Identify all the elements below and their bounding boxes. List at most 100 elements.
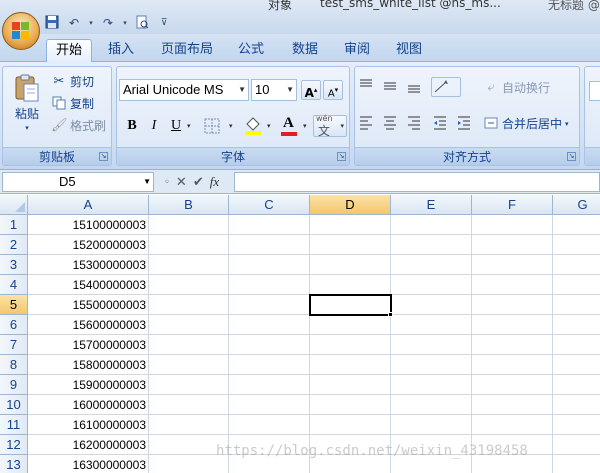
row-header-9[interactable]: 9 [0,375,28,395]
cell-f9[interactable] [472,375,553,395]
cell-b8[interactable] [149,355,229,375]
cell-a5[interactable]: 15500000003 [28,295,149,315]
copy-button[interactable]: 复制 [51,95,94,112]
undo-icon[interactable]: ↶ [66,15,82,31]
phonetic-button[interactable]: wén 文 ▾ [313,114,347,138]
cell-f10[interactable] [472,395,553,415]
cell-a7[interactable]: 15700000003 [28,335,149,355]
cell-b9[interactable] [149,375,229,395]
column-header-b[interactable]: B [149,195,229,215]
cell-c1[interactable] [229,215,310,235]
cell-b3[interactable] [149,255,229,275]
cell-g2[interactable] [553,235,600,255]
column-header-c[interactable]: C [229,195,310,215]
underline-button[interactable]: U [165,115,187,137]
row-header-1[interactable]: 1 [0,215,28,235]
cell-d8[interactable] [310,355,391,375]
cell-e4[interactable] [391,275,472,295]
font-color-button[interactable]: A [279,115,301,137]
font-color-dropdown-icon[interactable]: ▾ [303,122,307,130]
column-header-g[interactable]: G [553,195,600,215]
bold-button[interactable]: B [121,115,143,137]
save-icon[interactable] [44,15,60,31]
align-right-button[interactable] [405,113,427,133]
cell-g12[interactable] [553,435,600,455]
column-header-d[interactable]: D [310,195,391,215]
decrease-indent-button[interactable] [431,113,453,133]
cell-c9[interactable] [229,375,310,395]
cell-b10[interactable] [149,395,229,415]
cell-a9[interactable]: 15900000003 [28,375,149,395]
align-center-button[interactable] [381,113,403,133]
row-header-5[interactable]: 5 [0,295,28,315]
fill-color-button[interactable] [243,115,265,137]
wrap-text-button[interactable]: ⤶ 自动换行 [483,79,550,96]
cell-e6[interactable] [391,315,472,335]
cell-b2[interactable] [149,235,229,255]
cell-d7[interactable] [310,335,391,355]
cell-e3[interactable] [391,255,472,275]
row-header-10[interactable]: 10 [0,395,28,415]
cell-f5[interactable] [472,295,553,315]
tab-home[interactable]: 开始 [46,39,92,62]
row-header-4[interactable]: 4 [0,275,28,295]
cell-g7[interactable] [553,335,600,355]
cell-c11[interactable] [229,415,310,435]
italic-button[interactable]: I [143,115,165,137]
cell-f4[interactable] [472,275,553,295]
cell-e9[interactable] [391,375,472,395]
cell-g5[interactable] [553,295,600,315]
font-name-combo[interactable]: Arial Unicode MS ▼ [119,79,249,101]
cell-f3[interactable] [472,255,553,275]
column-header-f[interactable]: F [472,195,553,215]
grow-font-button[interactable]: A▴ [301,80,321,100]
cell-b1[interactable] [149,215,229,235]
cell-f1[interactable] [472,215,553,235]
row-header-13[interactable]: 13 [0,455,28,473]
cell-g9[interactable] [553,375,600,395]
tab-review[interactable]: 审阅 [334,39,380,62]
clipboard-launcher-icon[interactable]: ↘ [99,152,108,161]
cell-a4[interactable]: 15400000003 [28,275,149,295]
cell-g3[interactable] [553,255,600,275]
cell-a11[interactable]: 16100000003 [28,415,149,435]
cell-e8[interactable] [391,355,472,375]
enter-checkmark-icon[interactable]: ✔ [193,175,204,190]
cancel-icon[interactable]: ✕ [176,175,187,190]
customize-qat-icon[interactable]: ⊽ [156,15,172,31]
select-all-button[interactable] [0,195,28,215]
cell-g1[interactable] [553,215,600,235]
cell-e11[interactable] [391,415,472,435]
fill-color-dropdown-icon[interactable]: ▾ [267,122,271,130]
cell-b7[interactable] [149,335,229,355]
fill-handle[interactable] [388,312,393,317]
undo-dropdown-icon[interactable]: ▾ [88,15,94,31]
cell-e10[interactable] [391,395,472,415]
row-header-11[interactable]: 11 [0,415,28,435]
cell-f2[interactable] [472,235,553,255]
cell-a13[interactable]: 16300000003 [28,455,149,473]
cell-g4[interactable] [553,275,600,295]
underline-dropdown-icon[interactable]: ▾ [187,122,191,130]
cut-button[interactable]: ✂ 剪切 [51,73,94,90]
cell-d2[interactable] [310,235,391,255]
cell-f11[interactable] [472,415,553,435]
cell-c6[interactable] [229,315,310,335]
cell-c4[interactable] [229,275,310,295]
font-launcher-icon[interactable]: ↘ [337,152,346,161]
align-top-button[interactable] [357,77,379,97]
cell-f7[interactable] [472,335,553,355]
row-header-3[interactable]: 3 [0,255,28,275]
row-header-2[interactable]: 2 [0,235,28,255]
cell-g10[interactable] [553,395,600,415]
cell-d11[interactable] [310,415,391,435]
increase-indent-button[interactable] [455,113,477,133]
redo-icon[interactable]: ↷ [100,15,116,31]
cell-a2[interactable]: 15200000003 [28,235,149,255]
insert-function-button[interactable]: fx [210,174,219,190]
align-bottom-button[interactable] [405,77,427,97]
cell-f8[interactable] [472,355,553,375]
active-cell-d5[interactable] [309,294,392,316]
cell-d1[interactable] [310,215,391,235]
cell-a6[interactable]: 15600000003 [28,315,149,335]
